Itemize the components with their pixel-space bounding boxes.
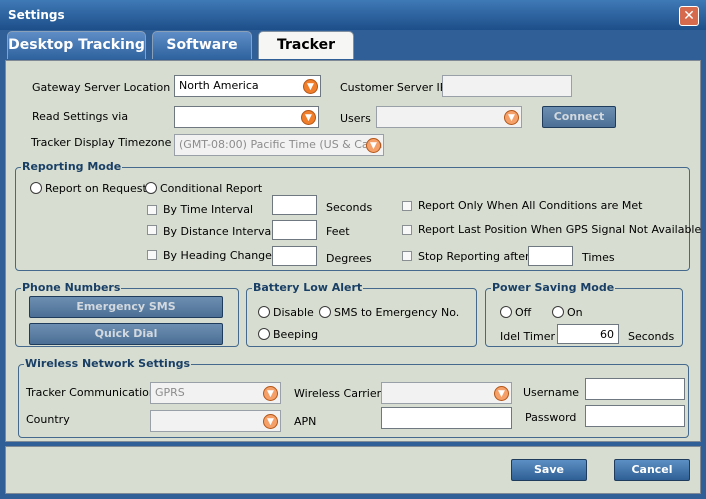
report-last-label: Report Last Position When GPS Signal Not…: [418, 223, 702, 236]
beeping-radio[interactable]: [258, 328, 270, 340]
power-on-radio[interactable]: [552, 306, 564, 318]
chevron-down-icon[interactable]: ▼: [301, 110, 316, 125]
phone-numbers-legend: Phone Numbers: [21, 281, 122, 294]
report-last-checkbox[interactable]: [402, 225, 412, 235]
apn-label: APN: [294, 415, 317, 428]
power-saving-legend: Power Saving Mode: [491, 281, 616, 294]
save-button[interactable]: Save: [511, 459, 587, 481]
power-off-radio[interactable]: [500, 306, 512, 318]
tracker-comm-select[interactable]: GPRS ▼: [150, 382, 281, 404]
customer-server-input[interactable]: [442, 75, 572, 97]
settings-window: Settings ✕ Desktop Tracking Software Tra…: [0, 0, 706, 499]
power-off-label: Off: [515, 306, 532, 319]
battery-low-alert-group: Battery Low Alert Disable SMS to Emergen…: [246, 281, 477, 347]
tab-desktop-tracking[interactable]: Desktop Tracking: [7, 31, 146, 59]
footer-bar: Save Cancel: [5, 446, 701, 494]
wireless-network-legend: Wireless Network Settings: [24, 357, 192, 370]
by-time-checkbox[interactable]: [147, 205, 157, 215]
tab-software[interactable]: Software: [152, 31, 252, 59]
feet-label: Feet: [326, 225, 350, 238]
chevron-down-icon[interactable]: ▼: [263, 386, 278, 401]
connect-button[interactable]: Connect: [542, 106, 616, 128]
sms-emergency-radio[interactable]: [319, 306, 331, 318]
distance-interval-input[interactable]: [272, 220, 317, 240]
chevron-down-icon[interactable]: ▼: [494, 386, 509, 401]
times-label: Times: [582, 251, 615, 264]
tracker-comm-value: GPRS: [155, 386, 185, 399]
by-heading-checkbox[interactable]: [147, 250, 157, 260]
report-only-all-label: Report Only When All Conditions are Met: [418, 199, 643, 212]
close-icon[interactable]: ✕: [679, 6, 699, 26]
disable-label: Disable: [273, 306, 314, 319]
wireless-network-group: Wireless Network Settings Tracker Commun…: [18, 357, 689, 438]
tab-tracker[interactable]: Tracker: [258, 31, 354, 59]
username-input[interactable]: [585, 378, 685, 400]
title-bar: Settings ✕: [0, 0, 706, 30]
password-input[interactable]: [585, 405, 685, 427]
stop-reporting-checkbox[interactable]: [402, 251, 412, 261]
customer-server-label: Customer Server IP: [340, 81, 447, 94]
tracker-settings-panel: Gateway Server Location North America ▼ …: [5, 60, 701, 442]
chevron-down-icon[interactable]: ▼: [366, 138, 381, 153]
chevron-down-icon[interactable]: ▼: [303, 79, 318, 94]
gateway-value: North America: [179, 79, 259, 92]
gateway-label: Gateway Server Location: [32, 81, 171, 94]
country-label: Country: [26, 413, 70, 426]
read-settings-label: Read Settings via: [32, 110, 129, 123]
degrees-label: Degrees: [326, 252, 372, 265]
country-select[interactable]: ▼: [150, 410, 281, 432]
timezone-value: (GMT-08:00) Pacific Time (US & Cana: [179, 138, 383, 151]
power-on-label: On: [567, 306, 583, 319]
beeping-label: Beeping: [273, 328, 319, 341]
idle-timer-label: Idel Timer: [500, 330, 555, 343]
cancel-button[interactable]: Cancel: [614, 459, 690, 481]
by-time-label: By Time Interval: [163, 203, 254, 216]
sms-emergency-label: SMS to Emergency No.: [334, 306, 460, 319]
seconds-label: Seconds: [326, 201, 373, 214]
timezone-select[interactable]: (GMT-08:00) Pacific Time (US & Cana ▼: [174, 134, 384, 156]
password-label: Password: [525, 411, 577, 424]
window-title: Settings: [8, 8, 65, 22]
wireless-carrier-label: Wireless Carrier: [294, 387, 382, 400]
stop-reporting-input[interactable]: [528, 246, 573, 266]
reporting-mode-group: Reporting Mode Report on Request Conditi…: [15, 160, 701, 271]
timezone-label: Tracker Display Timezone: [31, 136, 172, 149]
by-heading-label: By Heading Changes: [163, 249, 278, 262]
wireless-carrier-select[interactable]: ▼: [381, 382, 512, 404]
tracker-comm-label: Tracker Communication: [26, 386, 156, 399]
chevron-down-icon[interactable]: ▼: [263, 414, 278, 429]
chevron-down-icon[interactable]: ▼: [504, 110, 519, 125]
by-distance-label: By Distance Interval: [163, 225, 275, 238]
gateway-select[interactable]: North America ▼: [174, 75, 321, 97]
conditional-report-label: Conditional Report: [160, 182, 263, 195]
report-only-all-checkbox[interactable]: [402, 201, 412, 211]
time-interval-input[interactable]: [272, 195, 317, 215]
power-saving-group: Power Saving Mode Off On Idel Timer 60 S…: [485, 281, 683, 347]
read-settings-select[interactable]: ▼: [174, 106, 319, 128]
quick-dial-button[interactable]: Quick Dial: [29, 323, 223, 345]
conditional-report-radio[interactable]: [145, 182, 157, 194]
users-select[interactable]: ▼: [376, 106, 522, 128]
idle-timer-input[interactable]: 60: [557, 324, 619, 344]
idle-seconds-label: Seconds: [628, 330, 675, 343]
battery-low-alert-legend: Battery Low Alert: [252, 281, 364, 294]
disable-radio[interactable]: [258, 306, 270, 318]
users-label: Users: [340, 112, 371, 125]
by-distance-checkbox[interactable]: [147, 225, 157, 235]
heading-changes-input[interactable]: [272, 246, 317, 266]
report-on-request-label: Report on Request: [45, 182, 147, 195]
phone-numbers-group: Phone Numbers Emergency SMS Quick Dial: [15, 281, 239, 347]
emergency-sms-button[interactable]: Emergency SMS: [29, 296, 223, 318]
apn-input[interactable]: [381, 407, 512, 429]
reporting-mode-legend: Reporting Mode: [21, 160, 123, 173]
report-on-request-radio[interactable]: [30, 182, 42, 194]
stop-reporting-label: Stop Reporting after: [418, 250, 530, 263]
username-label: Username: [523, 386, 580, 399]
